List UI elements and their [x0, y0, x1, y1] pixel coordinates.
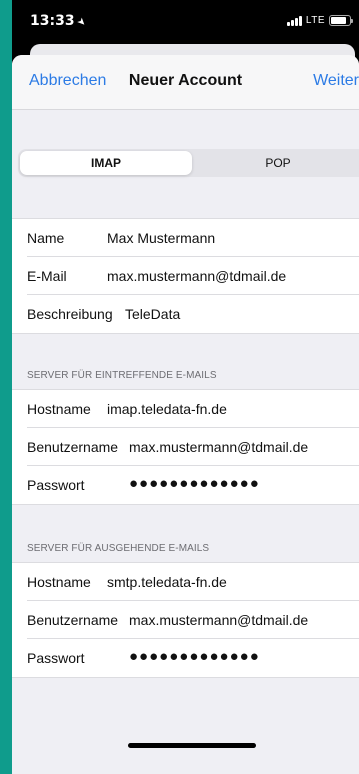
incoming-hostname-field[interactable]: imap.teledata-fn.de — [107, 401, 227, 417]
status-indicators: LTE — [286, 15, 353, 26]
name-label: Name — [27, 230, 65, 246]
incoming-username-row[interactable]: Benutzername max.mustermann@tdmail.de — [12, 428, 359, 466]
incoming-hostname-row[interactable]: Hostname imap.teledata-fn.de — [12, 390, 359, 428]
email-row[interactable]: E-Mail max.mustermann@tdmail.de — [12, 257, 359, 295]
email-field[interactable]: max.mustermann@tdmail.de — [107, 268, 286, 284]
battery-icon — [329, 15, 353, 26]
segment-imap[interactable]: IMAP — [20, 151, 192, 175]
outgoing-password-field[interactable]: ●●●●●●●●●●●●● — [129, 648, 260, 665]
incoming-server-header: SERVER FÜR EINTREFFENDE E-MAILS — [27, 370, 217, 381]
home-indicator[interactable] — [128, 743, 256, 748]
incoming-server-group: Hostname imap.teledata-fn.de Benutzernam… — [12, 389, 359, 505]
incoming-password-row[interactable]: Passwort ●●●●●●●●●●●●● — [12, 466, 359, 504]
outgoing-password-label: Passwort — [27, 650, 85, 666]
protocol-segmented-control: IMAP POP — [18, 149, 359, 177]
incoming-hostname-label: Hostname — [27, 401, 91, 417]
page-title: Neuer Account — [128, 72, 243, 89]
outgoing-username-label: Benutzername — [27, 612, 119, 628]
outgoing-hostname-label: Hostname — [27, 574, 91, 590]
outgoing-server-group: Hostname smtp.teledata-fn.de Benutzernam… — [12, 562, 359, 678]
navigation-bar: Abbrechen Neuer Account Weiter — [12, 55, 359, 110]
status-bar: 13:33➤ LTE — [12, 0, 359, 44]
incoming-username-field[interactable]: max.mustermann@tdmail.de — [129, 439, 308, 455]
segment-pop[interactable]: POP — [192, 151, 359, 175]
outgoing-hostname-row[interactable]: Hostname smtp.teledata-fn.de — [12, 563, 359, 601]
location-arrow-icon: ➤ — [73, 15, 88, 30]
signal-icon — [286, 15, 302, 26]
name-field[interactable]: Max Mustermann — [107, 230, 215, 246]
next-button[interactable]: Weiter — [313, 72, 359, 90]
outgoing-password-row[interactable]: Passwort ●●●●●●●●●●●●● — [12, 639, 359, 677]
incoming-password-label: Passwort — [27, 477, 85, 493]
incoming-username-label: Benutzername — [27, 439, 119, 455]
account-info-group: Name Max Mustermann E-Mail max.musterman… — [12, 218, 359, 334]
description-row[interactable]: Beschreibung TeleData — [12, 295, 359, 333]
name-row[interactable]: Name Max Mustermann — [12, 219, 359, 257]
status-time-group: 13:33➤ — [30, 13, 88, 30]
outgoing-username-row[interactable]: Benutzername max.mustermann@tdmail.de — [12, 601, 359, 639]
description-field[interactable]: TeleData — [125, 306, 180, 322]
status-time: 13:33 — [30, 13, 75, 29]
outgoing-server-header: SERVER FÜR AUSGEHENDE E-MAILS — [27, 543, 210, 554]
email-label: E-Mail — [27, 268, 67, 284]
phone-screen: 13:33➤ LTE Abbrechen Neuer Account Weite… — [12, 0, 359, 774]
outgoing-hostname-field[interactable]: smtp.teledata-fn.de — [107, 574, 227, 590]
incoming-password-field[interactable]: ●●●●●●●●●●●●● — [129, 475, 260, 492]
new-account-sheet: Abbrechen Neuer Account Weiter IMAP POP … — [12, 55, 359, 774]
outgoing-username-field[interactable]: max.mustermann@tdmail.de — [129, 612, 308, 628]
description-label: Beschreibung — [27, 306, 113, 322]
network-type: LTE — [305, 15, 325, 26]
